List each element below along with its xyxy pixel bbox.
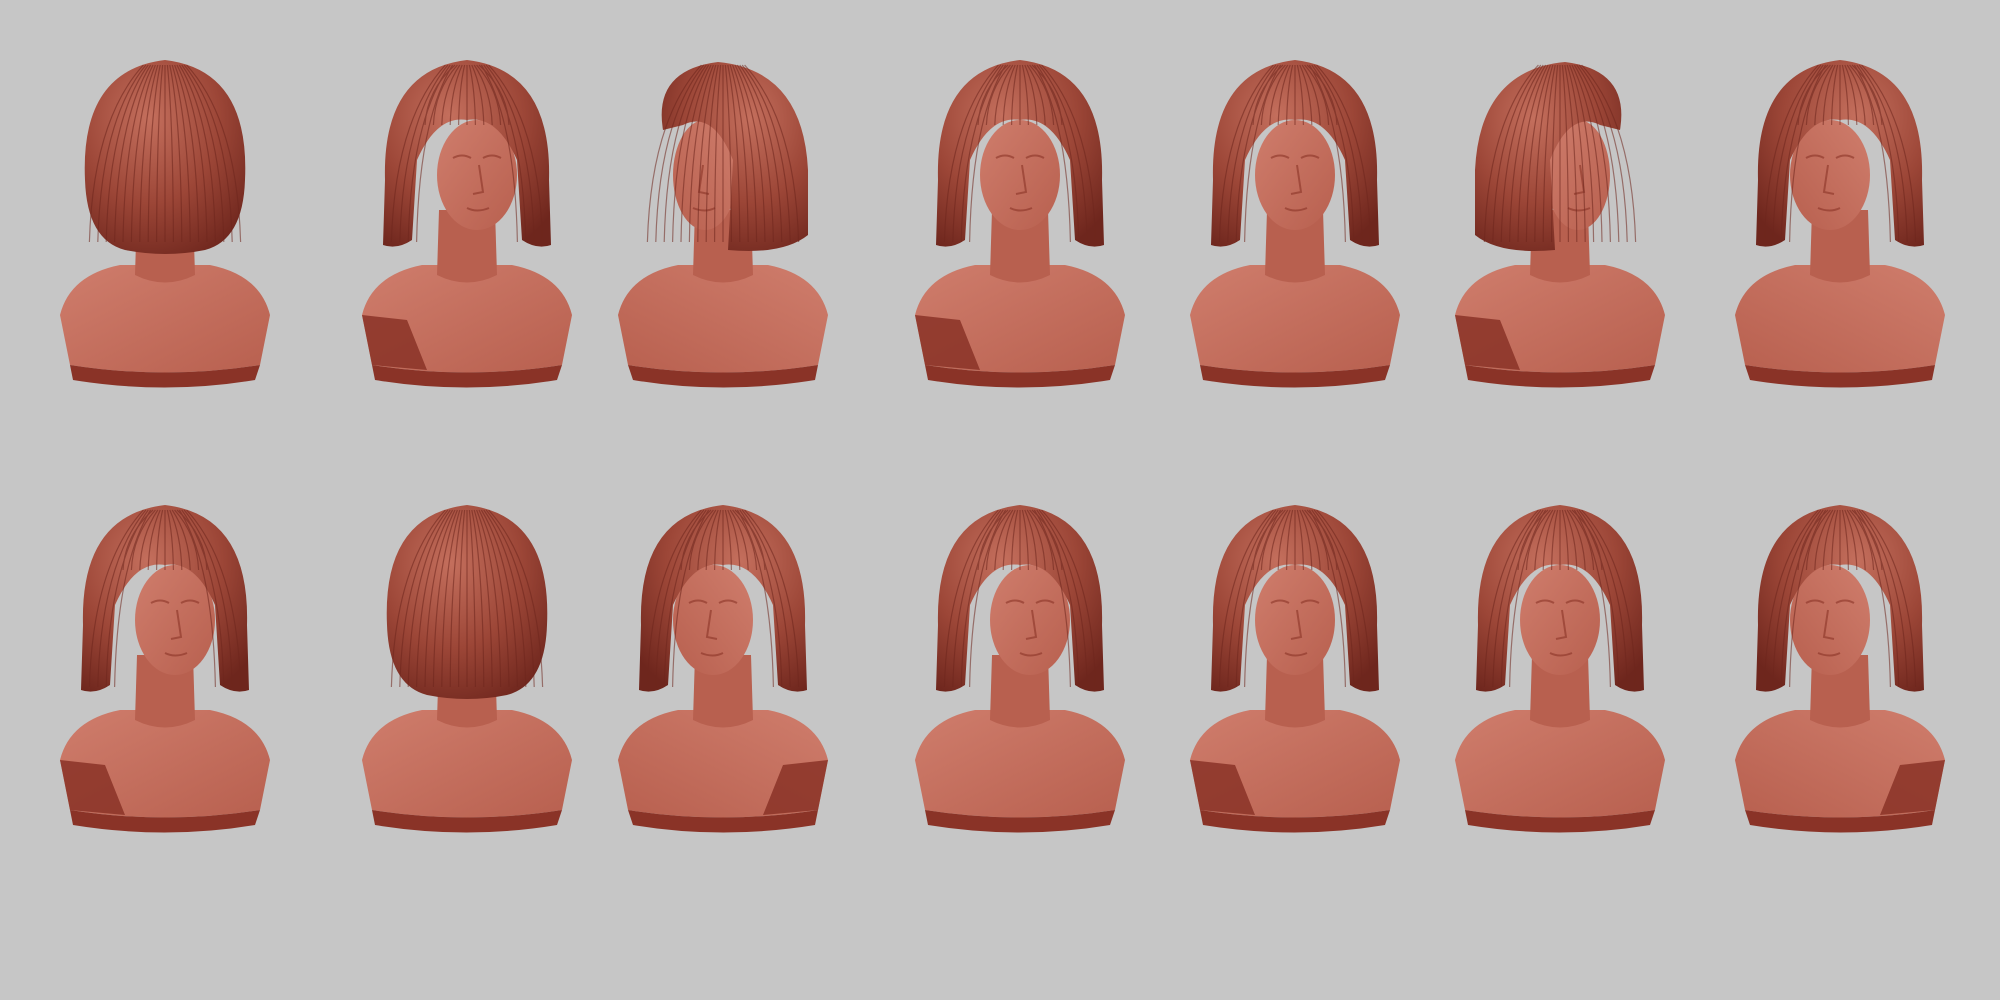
bust-svg — [1455, 62, 1665, 388]
bust-render-back-left — [40, 30, 290, 410]
bust-svg — [60, 505, 270, 833]
bust-render-three-quarter-right — [40, 475, 290, 855]
bust-svg — [1735, 60, 1945, 388]
bust-render-profile-left — [598, 30, 848, 410]
bust-svg — [1190, 60, 1400, 388]
bust-svg — [915, 60, 1125, 388]
bust-face — [1255, 565, 1335, 675]
bust-render-front-up — [895, 30, 1145, 410]
bust-svg — [618, 505, 828, 833]
bust-face — [980, 120, 1060, 230]
bust-render-three-quarter-right — [342, 30, 592, 410]
bust-svg — [362, 60, 572, 388]
bust-render-front — [1170, 475, 1420, 855]
bust-svg — [60, 60, 270, 388]
bust-face — [1255, 120, 1335, 230]
render-canvas — [0, 0, 2000, 1000]
bust-svg — [1455, 505, 1665, 833]
bust-svg — [915, 505, 1125, 833]
bust-render-three-quarter-left-tilted — [1715, 30, 1965, 410]
bust-svg — [618, 62, 828, 388]
bust-face — [1520, 565, 1600, 675]
bust-render-three-quarter-left — [1715, 475, 1965, 855]
bust-render-back-top — [342, 475, 592, 855]
bust-render-front — [1170, 30, 1420, 410]
bust-render-three-quarter-left — [598, 475, 848, 855]
bust-svg — [1190, 505, 1400, 833]
bust-render-back-right-profile — [1435, 30, 1685, 410]
bust-render-top-down — [1435, 475, 1685, 855]
bust-svg — [1735, 505, 1945, 833]
bust-render-three-quarter-right-down — [895, 475, 1145, 855]
bust-svg — [362, 505, 572, 833]
